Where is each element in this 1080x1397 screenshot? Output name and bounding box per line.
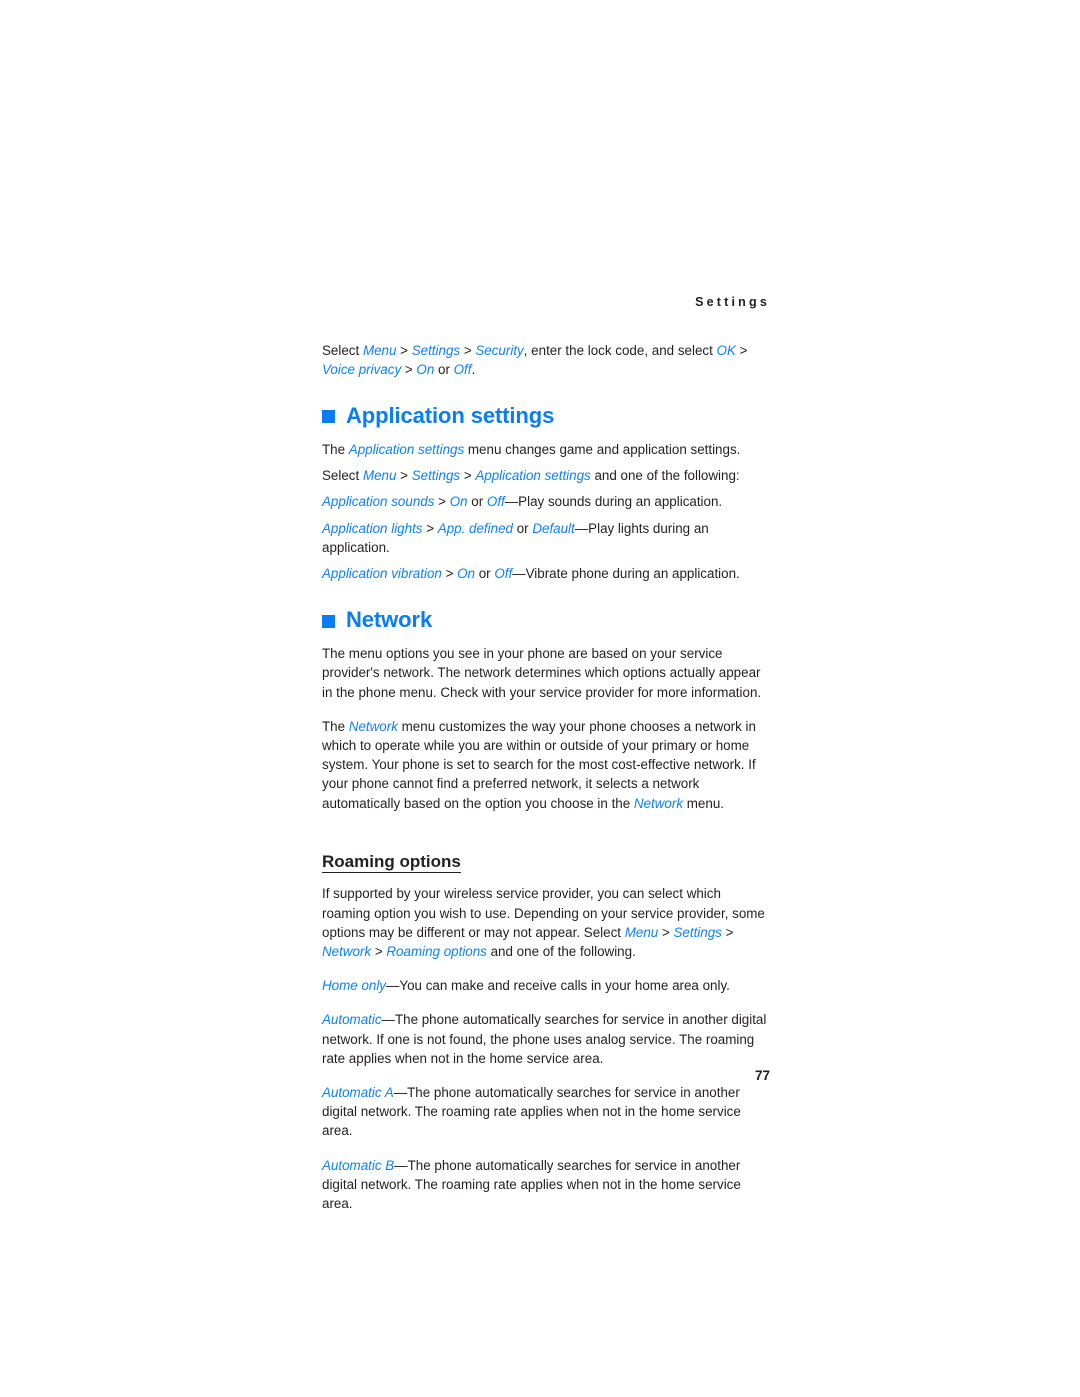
body-text: > bbox=[434, 494, 450, 510]
ui-term: OK bbox=[716, 342, 736, 358]
ui-term: Default bbox=[532, 520, 575, 536]
paragraph: The Network menu customizes the way your… bbox=[322, 717, 770, 813]
body-text: or bbox=[467, 494, 487, 510]
body-text: > bbox=[460, 342, 476, 358]
option-item: Automatic A—The phone automatically sear… bbox=[322, 1083, 770, 1141]
ui-term: Off bbox=[486, 494, 505, 510]
square-bullet-icon bbox=[322, 410, 335, 424]
section-title: Application settings bbox=[346, 402, 555, 428]
ui-term: On bbox=[416, 361, 435, 377]
body-text: > bbox=[721, 924, 734, 940]
ui-term: Voice privacy bbox=[322, 361, 402, 377]
ui-term: Menu bbox=[624, 924, 659, 940]
ui-term: Application vibration bbox=[322, 565, 442, 581]
ui-term: Off bbox=[453, 361, 472, 377]
body-text: > bbox=[401, 361, 417, 377]
ui-term: Off bbox=[494, 565, 513, 581]
body-text: —The phone automatically searches for se… bbox=[322, 1012, 767, 1066]
subsection-heading-wrap: Roaming options bbox=[322, 828, 770, 885]
section-heading-application-settings: Application settings bbox=[322, 402, 770, 428]
body-text: > bbox=[735, 342, 748, 358]
ui-term: Network bbox=[322, 943, 372, 959]
ui-term: Security bbox=[475, 342, 524, 358]
ui-term: Menu bbox=[362, 342, 397, 358]
document-page: Settings Select Menu > Settings > Securi… bbox=[0, 0, 1080, 1397]
ui-term: Settings bbox=[411, 468, 461, 484]
option-item: Application sounds > On or Off—Play soun… bbox=[322, 492, 770, 511]
section-title: Network bbox=[346, 607, 433, 633]
ui-term: Automatic bbox=[322, 1012, 382, 1028]
ui-term: App. defined bbox=[437, 520, 513, 536]
ui-term: Settings bbox=[673, 924, 722, 940]
body-text: The bbox=[322, 441, 349, 457]
ui-term: On bbox=[449, 494, 468, 510]
page-content-column: Settings Select Menu > Settings > Securi… bbox=[322, 296, 770, 1228]
body-text: > bbox=[396, 342, 412, 358]
body-text: menu. bbox=[683, 795, 724, 811]
section-heading-network: Network bbox=[322, 609, 770, 631]
body-text: Select bbox=[322, 468, 363, 484]
option-item: Application lights > App. defined or Def… bbox=[322, 519, 770, 557]
body-text: The menu options you see in your phone a… bbox=[322, 646, 762, 700]
body-text: or bbox=[512, 520, 533, 536]
body-text: > bbox=[658, 924, 674, 940]
ui-term: Automatic B bbox=[322, 1157, 395, 1173]
body-text: —Vibrate phone during an application. bbox=[512, 565, 740, 581]
running-header: Settings bbox=[695, 295, 770, 309]
body-text: . bbox=[471, 361, 476, 377]
page-number: 77 bbox=[754, 1068, 770, 1083]
ui-term: Menu bbox=[362, 468, 397, 484]
body-text: and one of the following. bbox=[486, 943, 636, 959]
ui-term: Application lights bbox=[322, 520, 423, 536]
ui-term: Settings bbox=[411, 342, 461, 358]
body-text: or bbox=[434, 361, 454, 377]
body-text: menu changes game and application settin… bbox=[464, 441, 741, 457]
subsection-title-roaming-options: Roaming options bbox=[322, 852, 461, 874]
body-text: The bbox=[322, 718, 349, 734]
body-text: or bbox=[474, 565, 495, 581]
ui-term: Network bbox=[348, 718, 398, 734]
body-text: —You can make and receive calls in your … bbox=[386, 978, 730, 994]
body-text: > bbox=[422, 520, 438, 536]
ui-term: On bbox=[457, 565, 475, 581]
body-text: > bbox=[441, 565, 458, 581]
ui-term: Home only bbox=[322, 978, 387, 994]
body-text: —Play sounds during an application. bbox=[504, 494, 723, 510]
ui-term: Application sounds bbox=[322, 494, 435, 510]
ui-term: Automatic A bbox=[322, 1084, 394, 1100]
option-item: Automatic B—The phone automatically sear… bbox=[322, 1156, 770, 1214]
square-bullet-icon bbox=[322, 614, 335, 628]
option-item: Application vibration > On or Off—Vibrat… bbox=[322, 564, 770, 583]
body-text: > bbox=[460, 468, 476, 484]
body-text: > bbox=[396, 468, 412, 484]
ui-term: Roaming options bbox=[386, 943, 487, 959]
body-text: and one of the following: bbox=[590, 468, 740, 484]
intro-paragraph: Select Menu > Settings > Security, enter… bbox=[322, 341, 770, 379]
option-item: Home only—You can make and receive calls… bbox=[322, 976, 770, 995]
paragraph: If supported by your wireless service pr… bbox=[322, 884, 770, 961]
paragraph: The menu options you see in your phone a… bbox=[322, 644, 770, 702]
body-text: > bbox=[371, 943, 387, 959]
paragraph: The Application settings menu changes ga… bbox=[322, 440, 770, 459]
option-item: Automatic—The phone automatically search… bbox=[322, 1010, 770, 1068]
body-text: Select bbox=[322, 342, 363, 358]
ui-term: Application settings bbox=[348, 441, 465, 457]
paragraph: Select Menu > Settings > Application set… bbox=[322, 466, 770, 485]
body-text: , enter the lock code, and select bbox=[523, 342, 717, 358]
ui-term: Application settings bbox=[475, 468, 591, 484]
ui-term: Network bbox=[633, 795, 684, 811]
